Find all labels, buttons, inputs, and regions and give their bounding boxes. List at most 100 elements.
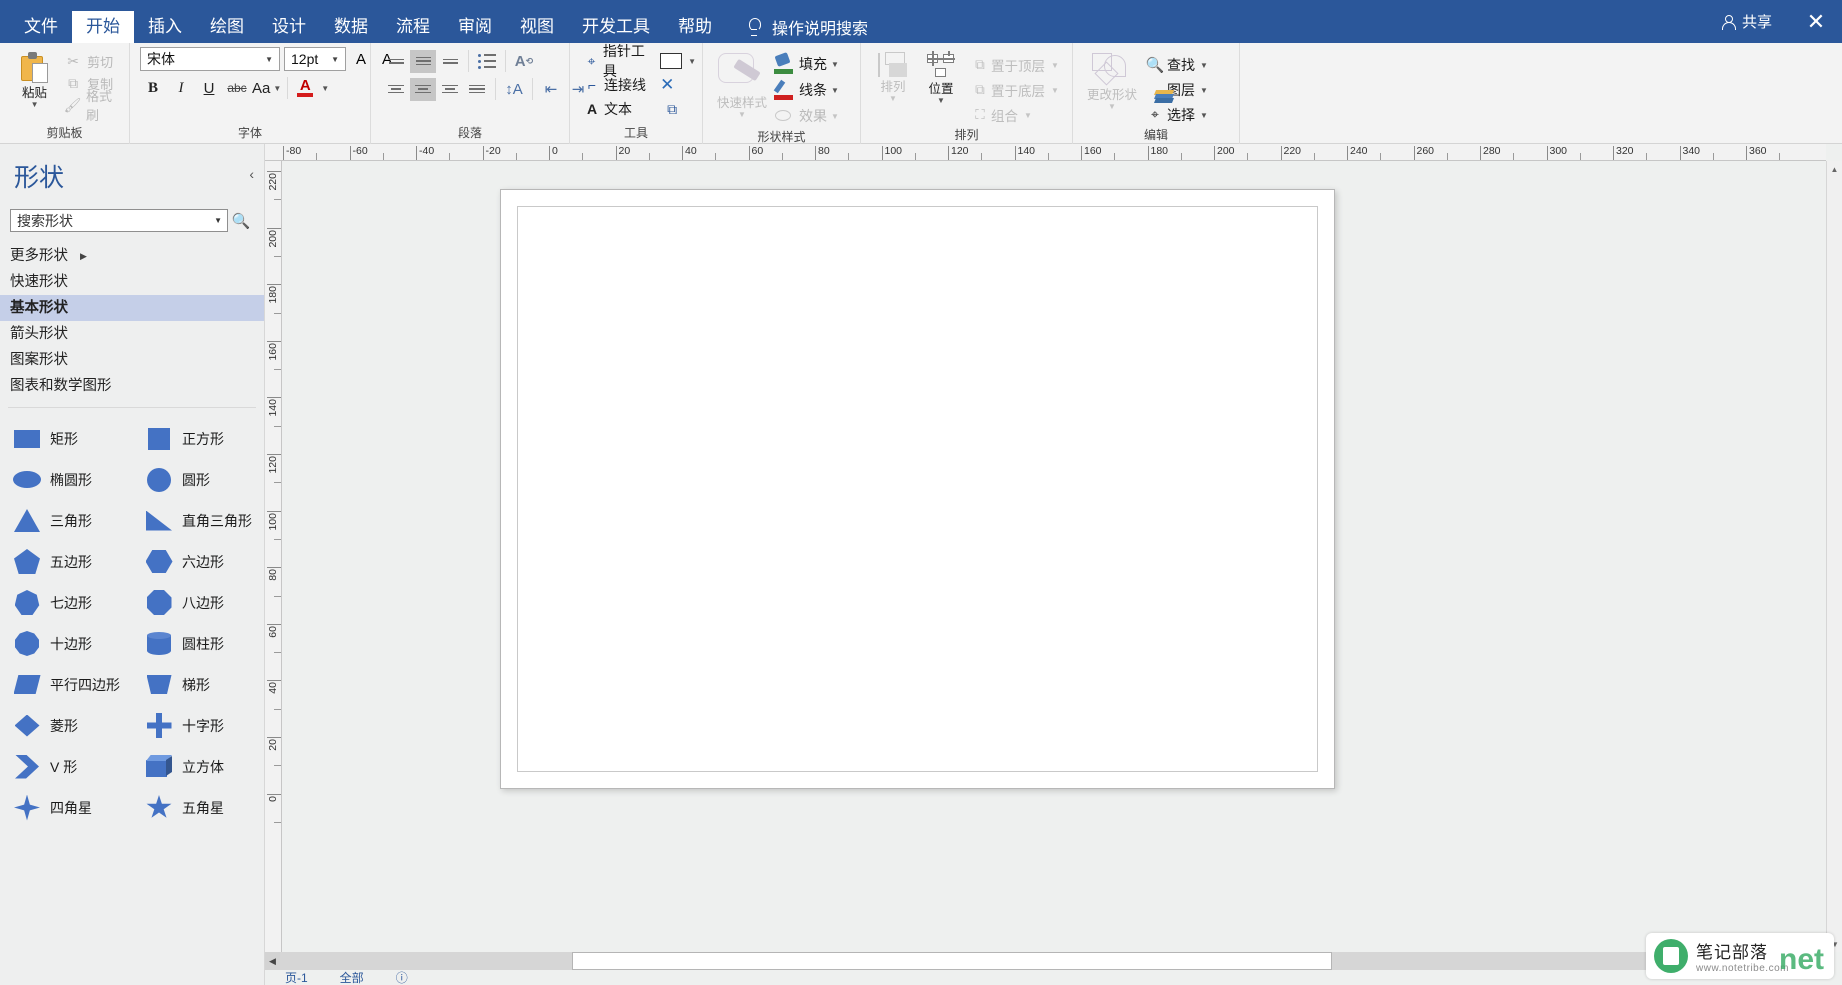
scroll-up-arrow-icon[interactable]: ▲ xyxy=(1827,161,1842,177)
change-shape-button[interactable]: 更改形状 ▼ xyxy=(1081,47,1143,111)
italic-button[interactable]: I xyxy=(168,76,194,100)
shape-item-trapezoid[interactable]: 梯形 xyxy=(132,664,264,705)
collapse-panel-button[interactable]: ‹ xyxy=(249,166,254,182)
chevron-down-icon[interactable]: ▼ xyxy=(31,101,39,109)
chevron-down-icon[interactable]: ▼ xyxy=(321,85,329,93)
tab-data[interactable]: 数据 xyxy=(320,11,382,43)
layers-button[interactable]: 图层 ▼ xyxy=(1143,77,1208,103)
arrange-button[interactable]: 排列 ▼ xyxy=(869,47,917,103)
font-size-combobox[interactable]: 12pt ▼ xyxy=(284,47,346,71)
close-window-button[interactable]: ✕ xyxy=(1790,0,1842,43)
shape-item-diamond[interactable]: 菱形 xyxy=(0,705,132,746)
pointer-close-button[interactable]: ✕ xyxy=(660,73,696,97)
tab-insert[interactable]: 插入 xyxy=(134,11,196,43)
sidebar-item-chart-math-shapes[interactable]: 图表和数学图形 xyxy=(0,373,264,399)
shape-item-chevron[interactable]: V 形 xyxy=(0,746,132,787)
shape-item-ellipse[interactable]: 椭圆形 xyxy=(0,459,132,500)
line-spacing-button[interactable]: ↕A xyxy=(501,77,527,101)
pointer-tool-button[interactable]: ⌖ 指针工具 xyxy=(580,43,656,79)
shape-item-cylinder[interactable]: 圆柱形 xyxy=(132,623,264,664)
font-color-button[interactable]: A xyxy=(294,78,316,97)
shape-item-parallelogram[interactable]: 平行四边形 xyxy=(0,664,132,705)
shape-item-octagon[interactable]: 八边形 xyxy=(132,582,264,623)
text-tool-button[interactable]: A 文本 xyxy=(580,97,656,121)
align-right-button[interactable] xyxy=(437,78,463,101)
shape-item-circle[interactable]: 圆形 xyxy=(132,459,264,500)
vertical-scrollbar[interactable]: ▲ ▼ xyxy=(1826,161,1842,952)
sidebar-item-arrow-shapes[interactable]: 箭头形状 xyxy=(0,321,264,347)
status-all-label[interactable]: 全部 xyxy=(340,970,364,985)
tab-view[interactable]: 视图 xyxy=(506,11,568,43)
align-center-button[interactable] xyxy=(410,77,436,101)
align-middle-button[interactable] xyxy=(410,49,436,73)
cut-button[interactable]: ✂ 剪切 xyxy=(63,50,123,72)
drawing-page[interactable] xyxy=(500,189,1335,789)
horizontal-ruler[interactable]: -80 -60 -40 -20 0 20 40 60 80 100 120 140 160 180 200 2… xyxy=(265,144,1826,161)
underline-button[interactable]: U xyxy=(196,76,222,100)
text-direction-button[interactable]: A ⟲ xyxy=(511,49,537,73)
chevron-down-icon[interactable]: ▼ xyxy=(209,216,227,225)
shape-item-four-point-star[interactable]: 四角星 xyxy=(0,787,132,828)
find-button[interactable]: 🔍 查找 ▼ xyxy=(1143,52,1208,77)
align-left-button[interactable] xyxy=(383,78,409,101)
position-button[interactable]: 位置 ▼ xyxy=(917,47,965,105)
shape-search-input[interactable]: 搜索形状 ▼ xyxy=(10,209,228,232)
change-case-button[interactable]: Aa ▼ xyxy=(252,76,281,100)
shape-item-decagon[interactable]: 十边形 xyxy=(0,623,132,664)
shape-item-square[interactable]: 正方形 xyxy=(132,418,264,459)
fill-button[interactable]: 填充 ▼ xyxy=(773,51,839,77)
shape-item-triangle[interactable]: 三角形 xyxy=(0,500,132,541)
quick-styles-button[interactable]: 快速样式 ▼ xyxy=(711,47,773,119)
shape-item-cross[interactable]: 十字形 xyxy=(132,705,264,746)
tab-file[interactable]: 文件 xyxy=(10,11,72,43)
send-to-back-button[interactable]: ⧉ 置于底层 ▼ xyxy=(969,77,1059,102)
shape-item-heptagon[interactable]: 七边形 xyxy=(0,582,132,623)
shape-item-pentagon[interactable]: 五边形 xyxy=(0,541,132,582)
scroll-track[interactable] xyxy=(280,952,572,970)
tab-design[interactable]: 设计 xyxy=(258,11,320,43)
connector-tool-button[interactable]: ⌐ 连接线 xyxy=(580,73,656,97)
tab-draw[interactable]: 绘图 xyxy=(196,11,258,43)
sidebar-item-pattern-shapes[interactable]: 图案形状 xyxy=(0,347,264,373)
tell-me-search[interactable]: 操作说明搜索 xyxy=(744,11,868,43)
shape-item-right-triangle[interactable]: 直角三角形 xyxy=(132,500,264,541)
increase-font-size-button[interactable]: A xyxy=(350,51,372,68)
select-button[interactable]: ⌖ 选择 ▼ xyxy=(1143,102,1208,127)
bring-to-front-button[interactable]: ⧉ 置于顶层 ▼ xyxy=(969,52,1059,77)
tab-review[interactable]: 审阅 xyxy=(444,11,506,43)
tab-process[interactable]: 流程 xyxy=(382,11,444,43)
format-painter-button[interactable]: 🖌 格式刷 xyxy=(63,89,123,123)
paste-button[interactable]: 粘贴 ▼ xyxy=(6,47,63,109)
shape-search-button[interactable]: 🔍 xyxy=(228,208,254,233)
align-top-button[interactable] xyxy=(383,50,409,73)
shape-item-cube[interactable]: 立方体 xyxy=(132,746,264,787)
bullets-button[interactable] xyxy=(474,50,500,73)
line-button[interactable]: 线条 ▼ xyxy=(773,77,839,103)
connection-point-button[interactable]: ⧉ xyxy=(660,97,696,121)
shape-item-hexagon[interactable]: 六边形 xyxy=(132,541,264,582)
shape-item-rectangle[interactable]: 矩形 xyxy=(0,418,132,459)
drawing-tools-button[interactable]: ▼ xyxy=(660,49,696,73)
scroll-thumb[interactable] xyxy=(572,952,1332,970)
shape-item-five-point-star[interactable]: 五角星 xyxy=(132,787,264,828)
bold-button[interactable]: B xyxy=(140,76,166,100)
strikethrough-button[interactable]: abc xyxy=(224,76,250,100)
sidebar-item-more-shapes[interactable]: 更多形状 ▶ xyxy=(0,243,264,269)
tab-home[interactable]: 开始 xyxy=(72,11,134,43)
tab-developer[interactable]: 开发工具 xyxy=(568,11,664,43)
sidebar-item-basic-shapes[interactable]: 基本形状 xyxy=(0,295,264,321)
effects-button[interactable]: 效果 ▼ xyxy=(773,103,839,129)
status-page-label[interactable]: 页-1 xyxy=(285,970,308,985)
sidebar-item-quick-shapes[interactable]: 快速形状 xyxy=(0,269,264,295)
vertical-ruler[interactable]: 220 200 180 160 140 120 100 80 60 40 20 0 xyxy=(265,161,282,952)
font-family-combobox[interactable]: 宋体 ▼ xyxy=(140,47,280,71)
tab-help[interactable]: 帮助 xyxy=(664,11,726,43)
group-button[interactable]: ⛶ 组合 ▼ xyxy=(969,102,1059,127)
status-info-icon[interactable]: ⓘ xyxy=(396,970,408,985)
scroll-left-arrow-icon[interactable]: ◀ xyxy=(265,952,280,970)
decrease-indent-button[interactable]: ⇤ xyxy=(538,77,564,101)
share-button[interactable]: 共享 xyxy=(1703,11,1790,32)
align-bottom-button[interactable] xyxy=(437,50,463,73)
horizontal-scrollbar[interactable]: ◀ xyxy=(265,952,1826,970)
justify-button[interactable] xyxy=(464,78,490,101)
